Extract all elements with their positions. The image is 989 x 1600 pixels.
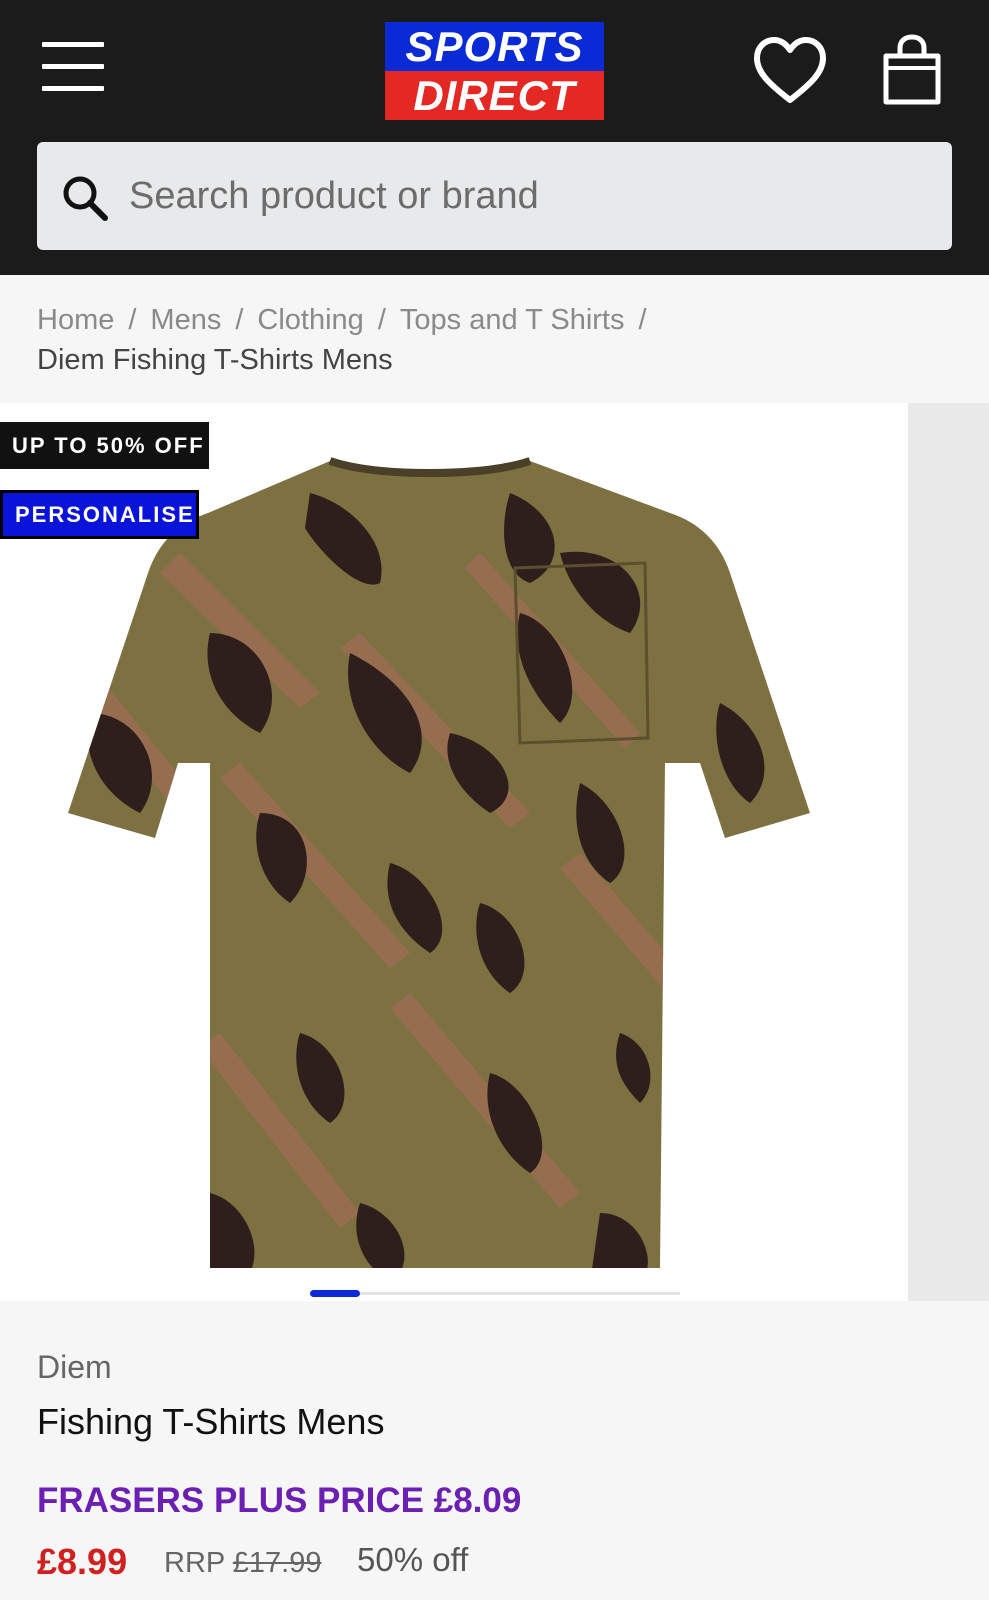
offer-badge: UP TO 50% OFF [0, 422, 209, 469]
price-row: £8.99 RRP £17.99 50% off [37, 1541, 957, 1591]
sports-direct-logo[interactable]: SPORTS DIRECT [385, 22, 604, 120]
breadcrumb-mens[interactable]: Mens [150, 304, 221, 336]
rrp-label: RRP [164, 1547, 225, 1579]
product-gallery[interactable]: UP TO 50% OFF PERSONALISE [0, 403, 989, 1301]
heart-icon[interactable] [752, 36, 828, 106]
breadcrumb-separator: / [377, 304, 386, 336]
breadcrumb-clothing[interactable]: Clothing [257, 304, 363, 336]
breadcrumb-home[interactable]: Home [37, 304, 114, 336]
breadcrumb-separator: / [235, 304, 244, 336]
carousel-active-indicator[interactable] [310, 1290, 360, 1297]
product-name: Fishing T-Shirts Mens [37, 1401, 385, 1442]
search-bar[interactable] [37, 142, 952, 250]
rrp-value: £17.99 [232, 1547, 322, 1579]
breadcrumb-current: Diem Fishing T-Shirts Mens [37, 344, 393, 376]
discount-label: 50% off [357, 1541, 469, 1578]
breadcrumb-separator: / [128, 304, 137, 336]
hamburger-menu-icon[interactable] [42, 40, 104, 96]
next-image-peek[interactable] [908, 403, 989, 1301]
personalise-button[interactable]: PERSONALISE [0, 490, 199, 539]
search-input[interactable] [129, 164, 919, 228]
breadcrumb-separator: / [638, 304, 647, 336]
product-brand[interactable]: Diem [37, 1349, 112, 1386]
rrp: RRP £17.99 [164, 1547, 321, 1580]
product-info: Diem Fishing T-Shirts Mens FRASERS PLUS … [0, 1301, 989, 1600]
logo-top-text: SPORTS [385, 22, 604, 71]
site-header: SPORTS DIRECT [0, 0, 989, 275]
search-icon[interactable] [61, 174, 109, 222]
shopping-bag-icon[interactable] [880, 34, 944, 106]
logo-bottom-text: DIRECT [385, 71, 604, 120]
breadcrumb: Home / Mens / Clothing / Tops and T Shirts / Di… [37, 300, 952, 380]
frasers-plus-price: FRASERS PLUS PRICE £8.09 [37, 1481, 522, 1520]
carousel-progress-track [360, 1292, 680, 1295]
breadcrumb-tops-and-t-shirts[interactable]: Tops and T Shirts [400, 304, 625, 336]
camo-tshirt-image [68, 457, 810, 1268]
current-price: £8.99 [37, 1541, 128, 1582]
